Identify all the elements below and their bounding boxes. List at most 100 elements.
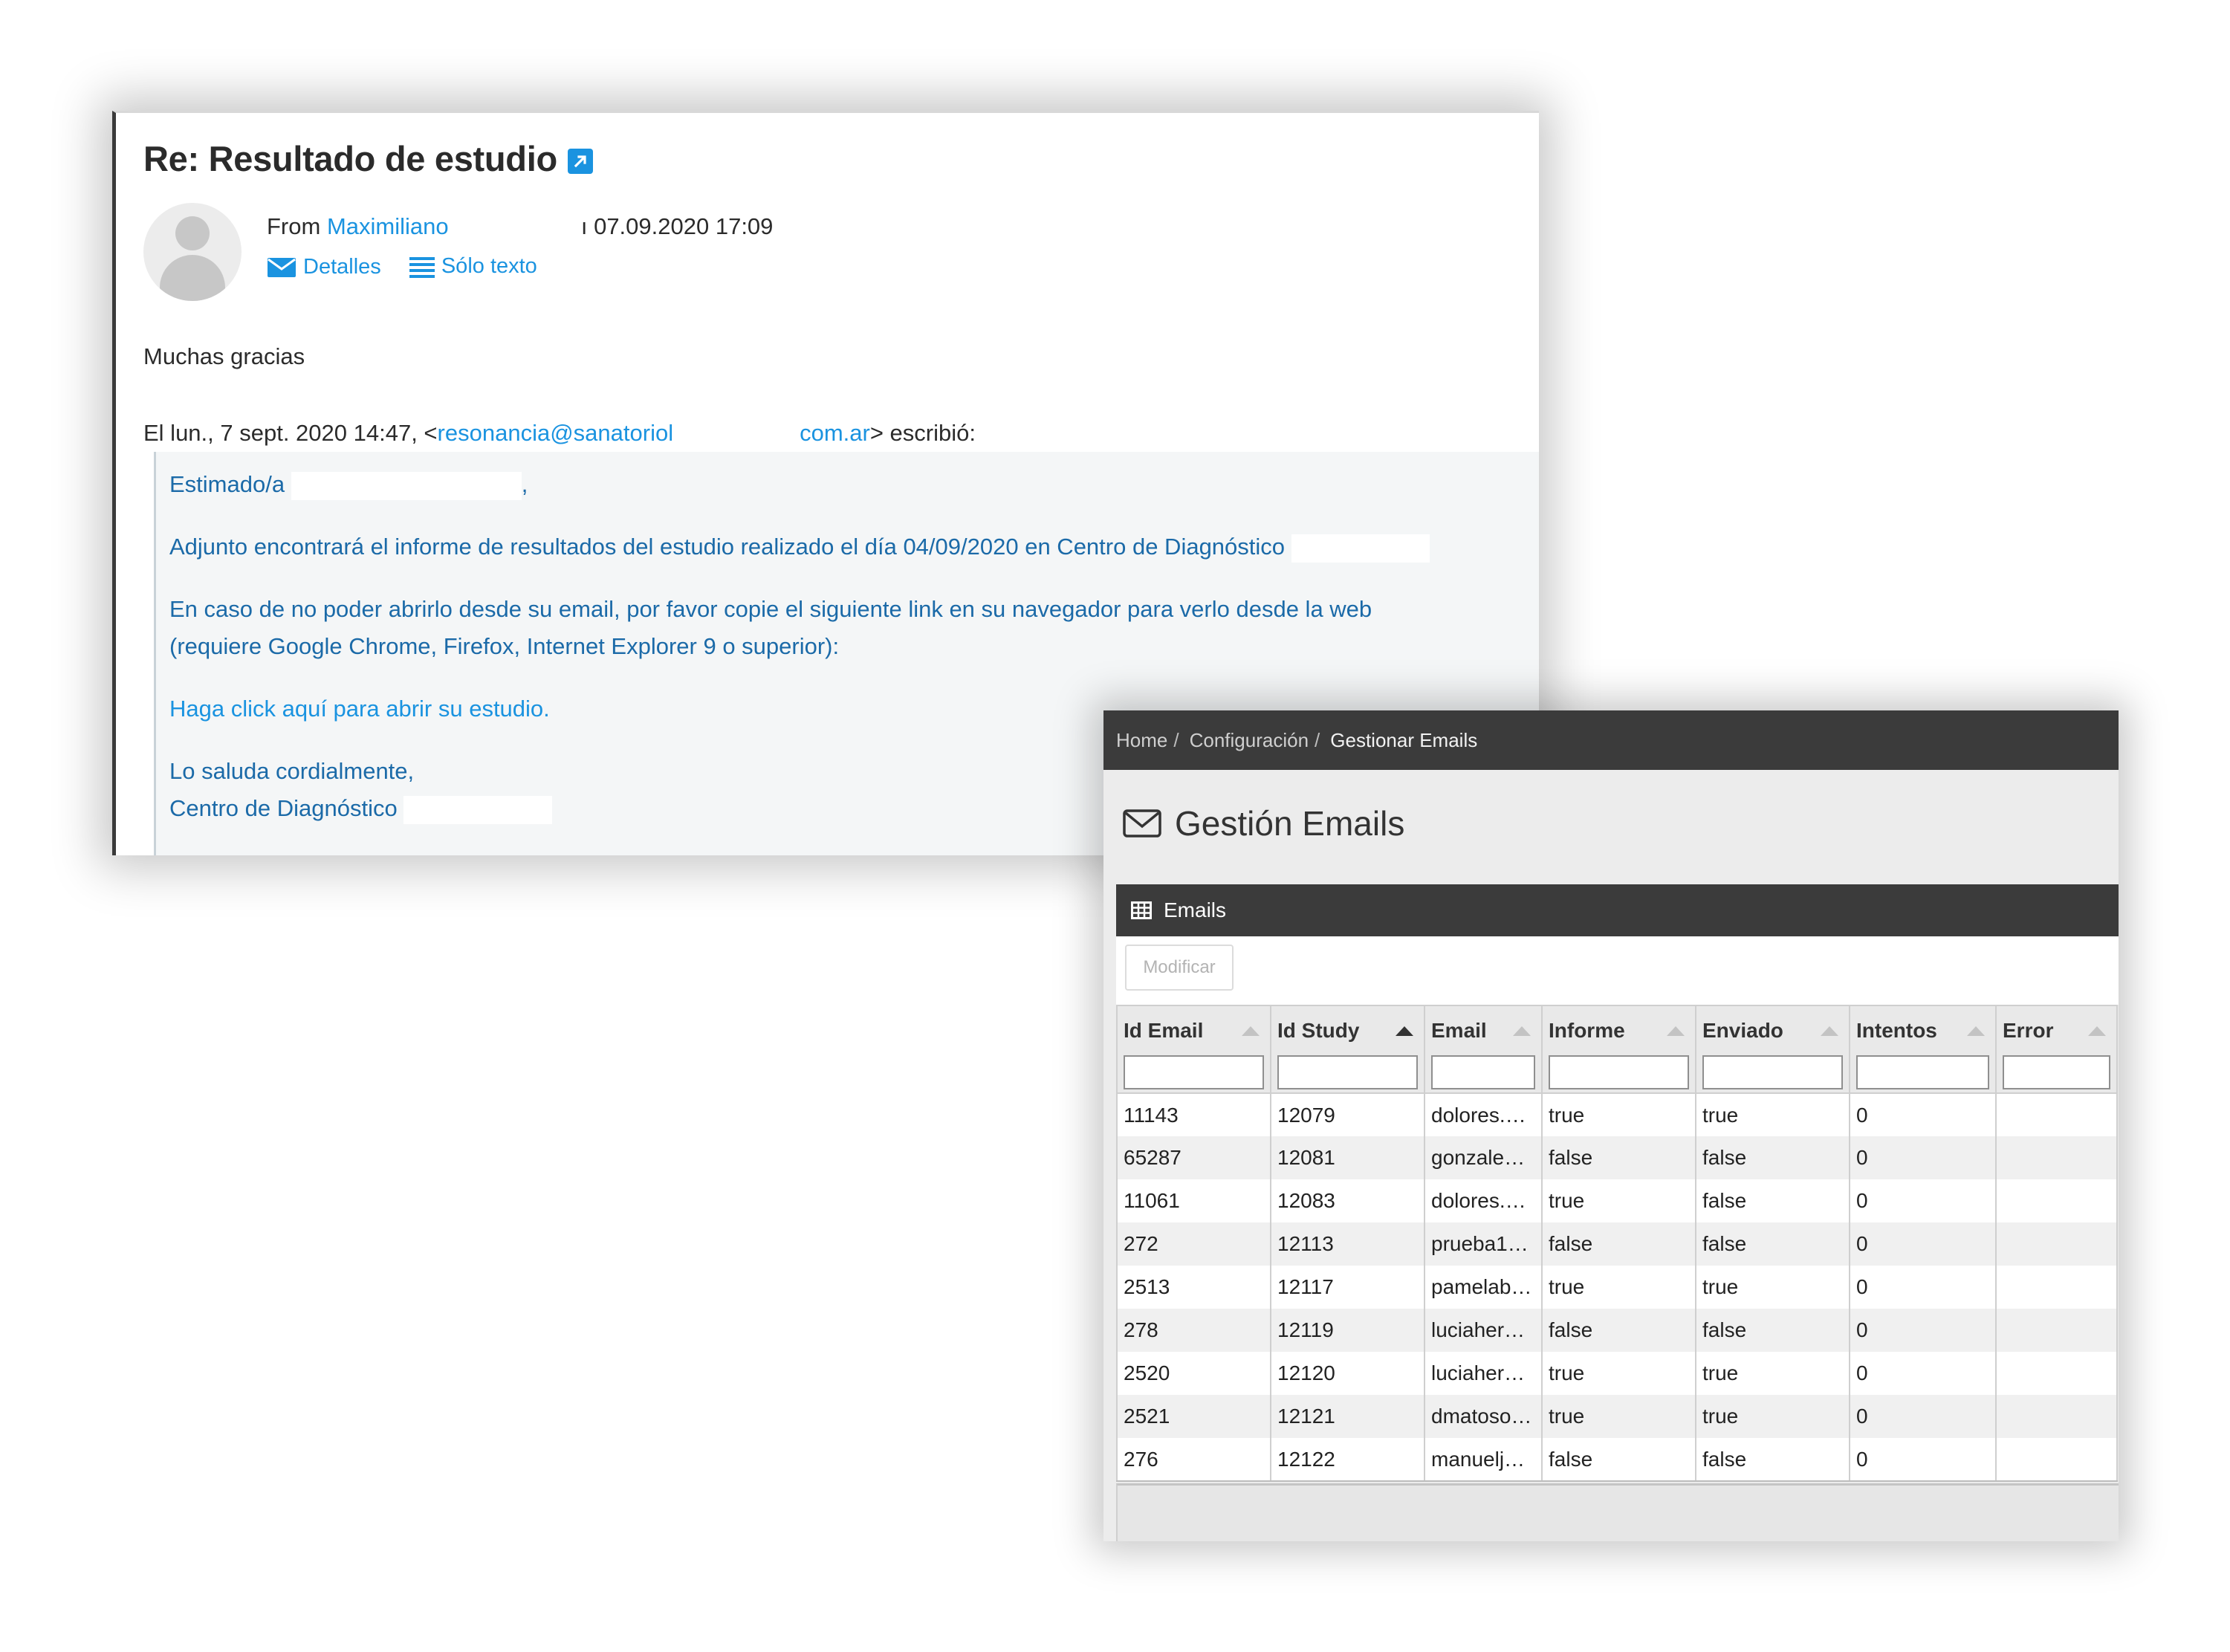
table-header-row: Id Email Id Study Email Informe Enviado Inten… <box>1116 1005 2118 1094</box>
table-cell: prueba1… <box>1424 1222 1543 1266</box>
column-header[interactable]: Informe <box>1541 1005 1696 1094</box>
details-label: Detalles <box>303 255 381 279</box>
table-cell <box>1995 1136 2118 1179</box>
column-header[interactable]: Intentos <box>1849 1005 1997 1094</box>
emails-panel-header: Emails <box>1116 884 2119 936</box>
grid-footer <box>1116 1483 2119 1541</box>
table-cell: true <box>1541 1093 1696 1136</box>
table-cell: 11143 <box>1116 1093 1271 1136</box>
quote-header-suffix: > escribió: <box>869 420 976 446</box>
table-cell: 0 <box>1849 1266 1997 1309</box>
table-cell: luciaher… <box>1424 1309 1543 1352</box>
open-study-link[interactable]: Haga click aquí para abrir su estudio. <box>169 696 550 722</box>
column-header[interactable]: Id Study <box>1270 1005 1425 1094</box>
table-cell: 2513 <box>1116 1266 1271 1309</box>
sort-arrow-icon[interactable] <box>2088 1026 2106 1036</box>
table-cell: 0 <box>1849 1309 1997 1352</box>
email-subject-text: Re: Resultado de estudio <box>143 139 557 178</box>
table-cell: 276 <box>1116 1438 1271 1482</box>
breadcrumb-current: Gestionar Emails <box>1330 729 1478 751</box>
breadcrumb-separator: / <box>1315 729 1320 751</box>
table-cell <box>1995 1352 2118 1395</box>
table-cell: false <box>1541 1222 1696 1266</box>
modify-button[interactable]: Modificar <box>1125 945 1234 991</box>
table-cell: dmatoso… <box>1424 1395 1543 1438</box>
table-cell: true <box>1695 1395 1850 1438</box>
breadcrumb-configuracion[interactable]: Configuración <box>1190 729 1309 751</box>
table-cell: 272 <box>1116 1222 1271 1266</box>
table-cell: dolores.… <box>1424 1179 1543 1222</box>
table-cell: 278 <box>1116 1309 1271 1352</box>
table-row[interactable]: 272 12113 prueba1… false false 0 <box>1116 1222 2118 1266</box>
table-row[interactable]: 65287 12081 gonzale… false false 0 <box>1116 1136 2118 1179</box>
table-cell: true <box>1541 1395 1696 1438</box>
table-row[interactable]: 11061 12083 dolores.… true false 0 <box>1116 1179 2118 1222</box>
table-cell: 12119 <box>1270 1309 1425 1352</box>
column-header[interactable]: Email <box>1424 1005 1543 1094</box>
email-subject: Re: Resultado de estudio <box>143 138 593 179</box>
email-admin-panel: Home / Configuración / Gestionar Emails Gest… <box>1103 710 2119 1541</box>
table-row[interactable]: 2513 12117 pamelab… true true 0 <box>1116 1266 2118 1309</box>
table-cell: gonzale… <box>1424 1136 1543 1179</box>
sort-arrow-icon[interactable] <box>1821 1026 1838 1036</box>
quote-sender-email-link[interactable]: resonancia@sanatoriol <box>438 420 674 446</box>
quote-sender-email-domain[interactable]: com.ar <box>800 420 870 446</box>
table-row[interactable]: 2520 12120 luciaher… true true 0 <box>1116 1352 2118 1395</box>
sort-arrow-icon[interactable] <box>1242 1026 1260 1036</box>
sender-name-link[interactable]: Maximiliano <box>327 213 449 239</box>
column-header-label: Error <box>2003 1019 2054 1042</box>
table-cell: false <box>1541 1438 1696 1482</box>
column-filter-input[interactable] <box>1549 1055 1689 1089</box>
table-cell: true <box>1541 1352 1696 1395</box>
column-header-label: Id Email <box>1124 1019 1204 1042</box>
column-filter-input[interactable] <box>1277 1055 1418 1089</box>
breadcrumb-home[interactable]: Home <box>1116 729 1167 751</box>
table-cell: 12121 <box>1270 1395 1425 1438</box>
table-cell: manuelj… <box>1424 1438 1543 1482</box>
column-header-label: Intentos <box>1856 1019 1937 1042</box>
breadcrumb-separator: / <box>1173 729 1179 751</box>
table-cell: 12117 <box>1270 1266 1425 1309</box>
sort-arrow-icon[interactable] <box>1513 1026 1531 1036</box>
table-cell <box>1995 1438 2118 1482</box>
table-cell: 12083 <box>1270 1179 1425 1222</box>
table-cell: false <box>1695 1136 1850 1179</box>
table-cell: false <box>1541 1136 1696 1179</box>
column-filter-input[interactable] <box>1431 1055 1535 1089</box>
lines-icon <box>409 256 435 278</box>
column-filter-input[interactable] <box>1702 1055 1843 1089</box>
table-cell <box>1995 1309 2118 1352</box>
table-cell: 0 <box>1849 1395 1997 1438</box>
envelope-outline-icon <box>1123 809 1161 838</box>
table-cell: 12122 <box>1270 1438 1425 1482</box>
emails-table: Id Email Id Study Email Informe Enviado Inten… <box>1116 1005 2118 1482</box>
column-header[interactable]: Id Email <box>1116 1005 1271 1094</box>
details-link[interactable]: Detalles <box>267 255 381 279</box>
column-header-label: Informe <box>1549 1019 1625 1042</box>
table-row[interactable]: 11143 12079 dolores.… true true 0 <box>1116 1093 2118 1136</box>
table-cell: 12081 <box>1270 1136 1425 1179</box>
sort-arrow-icon[interactable] <box>1667 1026 1685 1036</box>
table-cell: true <box>1695 1093 1850 1136</box>
open-external-icon[interactable] <box>567 149 593 174</box>
email-date: 07.09.2020 17:09 <box>594 213 774 239</box>
column-header[interactable]: Error <box>1995 1005 2118 1094</box>
column-header[interactable]: Enviado <box>1695 1005 1850 1094</box>
table-cell: 0 <box>1849 1093 1997 1136</box>
column-filter-input[interactable] <box>2003 1055 2110 1089</box>
column-filter-input[interactable] <box>1124 1055 1264 1089</box>
table-cell: true <box>1541 1179 1696 1222</box>
table-icon <box>1131 901 1152 919</box>
table-cell: 0 <box>1849 1222 1997 1266</box>
sort-arrow-icon[interactable] <box>1967 1026 1985 1036</box>
table-row[interactable]: 2521 12121 dmatoso… true true 0 <box>1116 1395 2118 1438</box>
table-row[interactable]: 276 12122 manuelj… false false 0 <box>1116 1438 2118 1482</box>
plain-text-label: Sólo texto <box>441 254 537 278</box>
table-cell: 12079 <box>1270 1093 1425 1136</box>
table-row[interactable]: 278 12119 luciaher… false false 0 <box>1116 1309 2118 1352</box>
column-filter-input[interactable] <box>1856 1055 1989 1089</box>
plain-text-link[interactable]: Sólo texto <box>409 254 537 279</box>
sort-arrow-icon[interactable] <box>1396 1026 1413 1036</box>
page-title: Gestión Emails <box>1123 803 1404 843</box>
quoted-greeting: Estimado/a , <box>169 471 528 500</box>
